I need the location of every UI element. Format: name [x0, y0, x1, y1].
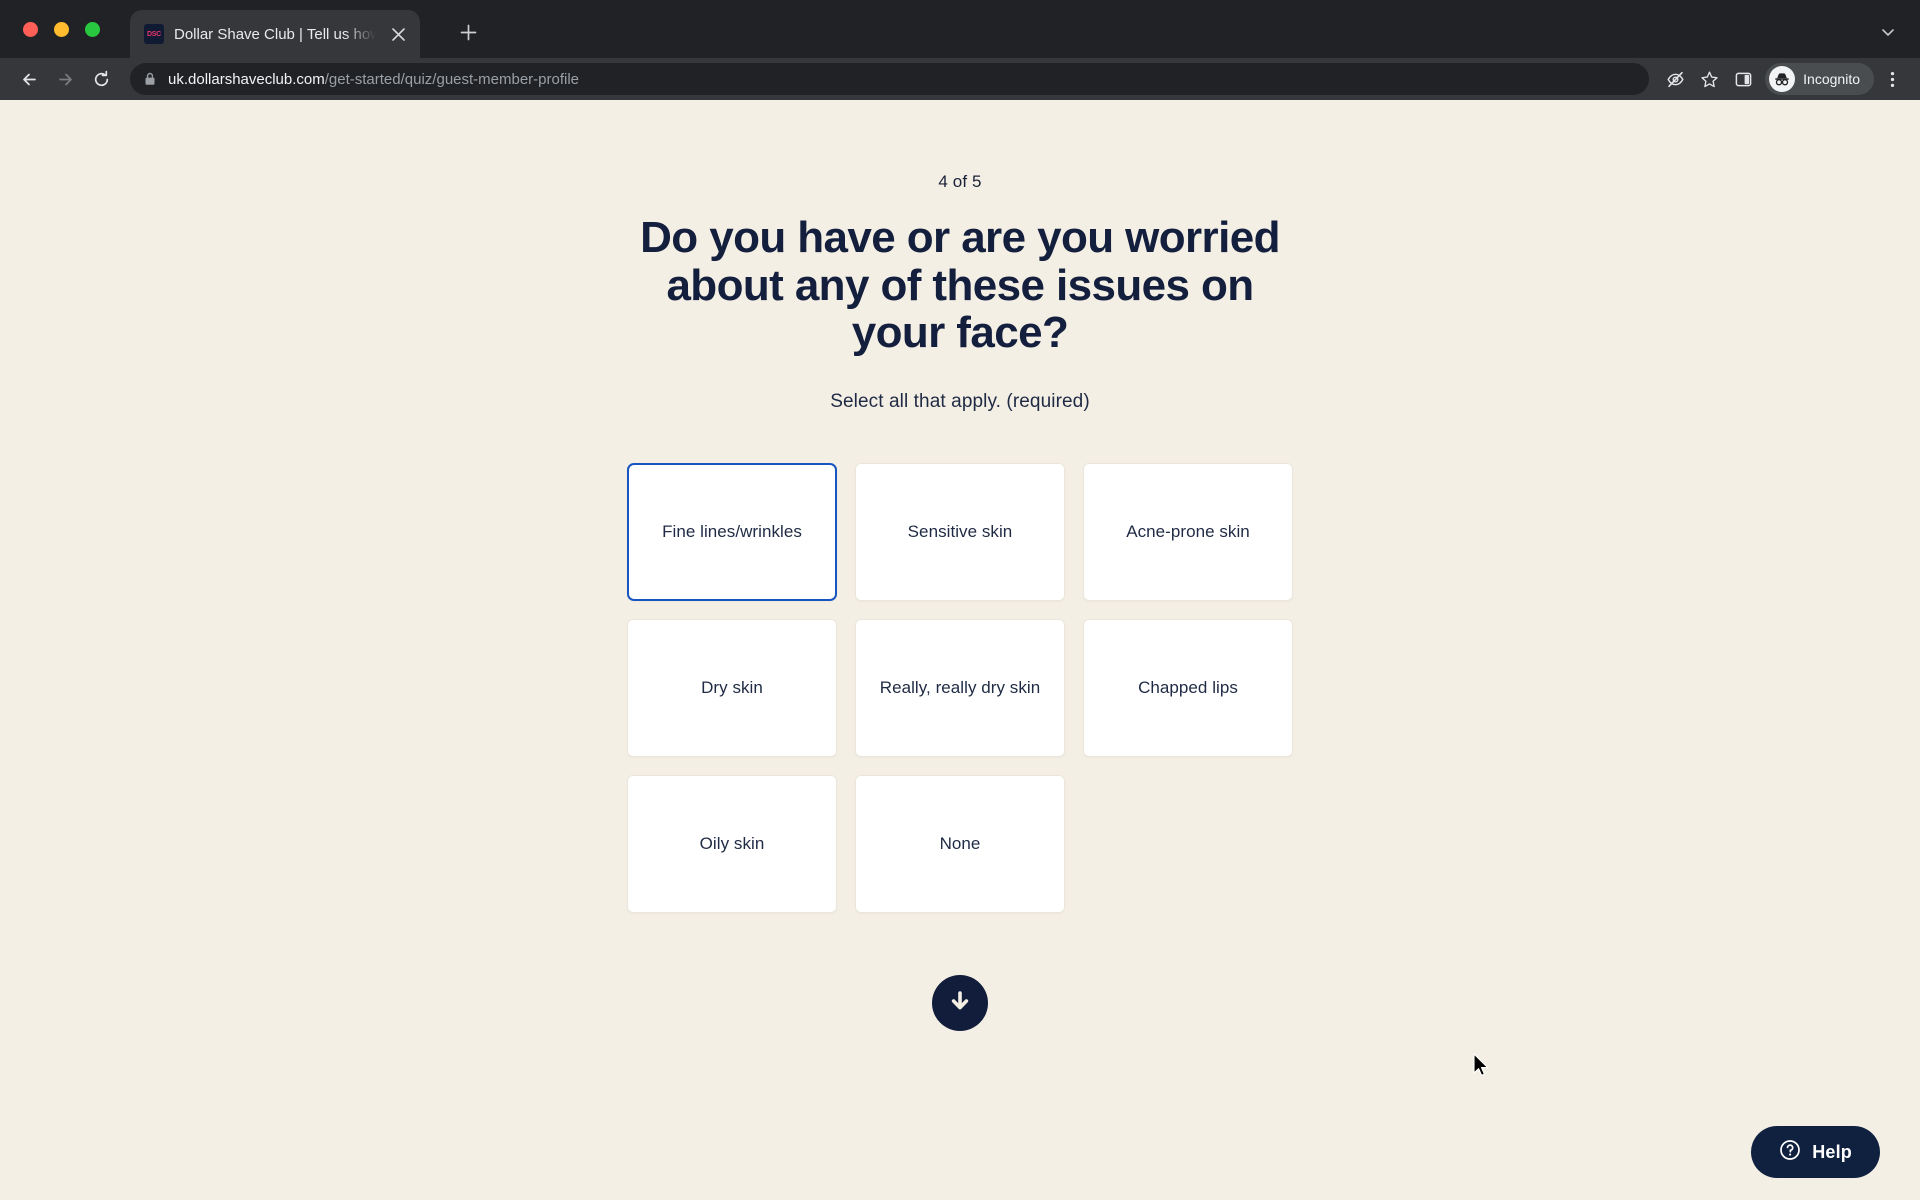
browser-window: DSC Dollar Shave Club | Tell us how uk.d… [0, 0, 1920, 1200]
browser-tab[interactable]: DSC Dollar Shave Club | Tell us how [130, 10, 420, 58]
option-card[interactable]: Sensitive skin [855, 462, 1065, 601]
help-label: Help [1812, 1141, 1852, 1162]
quiz-content: 4 of 5 Do you have or are you worried ab… [0, 100, 1920, 1031]
dsc-favicon: DSC [144, 24, 164, 44]
next-button-container [0, 974, 1920, 1031]
page-subtitle: Select all that apply. (required) [830, 390, 1090, 412]
question-circle-icon [1779, 1139, 1801, 1166]
new-tab-button[interactable] [452, 16, 484, 48]
browser-toolbar: uk.dollarshaveclub.com/get-started/quiz/… [0, 58, 1920, 100]
option-card[interactable]: Oily skin [627, 774, 837, 913]
star-icon[interactable] [1693, 63, 1725, 95]
option-label: Really, really dry skin [879, 677, 1041, 697]
option-card[interactable]: Dry skin [627, 618, 837, 757]
toolbar-right-actions: Incognito [1659, 63, 1908, 95]
options-grid: Fine lines/wrinkles Sensitive skin Acne-… [627, 462, 1293, 913]
option-label: Oily skin [699, 833, 765, 853]
option-card[interactable]: Really, really dry skin [855, 618, 1065, 757]
option-card[interactable]: Fine lines/wrinkles [627, 462, 837, 601]
maximize-window-button[interactable] [85, 22, 100, 37]
arrow-down-icon [947, 988, 973, 1017]
option-label: None [939, 833, 981, 853]
option-label: Dry skin [701, 677, 763, 697]
chevron-down-icon[interactable] [1874, 18, 1902, 46]
option-label: Fine lines/wrinkles [662, 521, 802, 541]
close-window-button[interactable] [23, 22, 38, 37]
option-card[interactable]: Chapped lips [1083, 618, 1293, 757]
option-card[interactable]: None [855, 774, 1065, 913]
step-indicator: 4 of 5 [938, 172, 982, 191]
profile-chip[interactable]: Incognito [1765, 63, 1874, 95]
mouse-cursor [1473, 1053, 1489, 1076]
eye-slash-icon[interactable] [1659, 63, 1691, 95]
page-viewport: 4 of 5 Do you have or are you worried ab… [0, 100, 1920, 1200]
minimize-window-button[interactable] [54, 22, 69, 37]
lock-icon [144, 72, 157, 86]
forward-arrow-icon[interactable] [48, 62, 82, 96]
url-path: /get-started/quiz/guest-member-profile [324, 70, 580, 88]
incognito-icon [1769, 66, 1796, 92]
back-arrow-icon[interactable] [12, 62, 46, 96]
reload-icon[interactable] [84, 62, 118, 96]
side-panel-icon[interactable] [1727, 63, 1759, 95]
option-card[interactable]: Acne-prone skin [1083, 462, 1293, 601]
option-label: Acne-prone skin [1126, 521, 1250, 541]
help-widget[interactable]: Help [1751, 1126, 1880, 1178]
tab-title: Dollar Shave Club | Tell us how [174, 25, 376, 43]
address-bar[interactable]: uk.dollarshaveclub.com/get-started/quiz/… [130, 63, 1650, 95]
option-label: Chapped lips [1138, 677, 1238, 697]
tab-strip: DSC Dollar Shave Club | Tell us how [0, 0, 1920, 58]
window-controls [23, 22, 100, 37]
url-host: uk.dollarshaveclub.com [168, 70, 325, 88]
profile-label: Incognito [1803, 71, 1860, 87]
url-text: uk.dollarshaveclub.com/get-started/quiz/… [168, 71, 579, 88]
three-dot-menu-icon[interactable] [1876, 63, 1908, 95]
favicon-label: DSC [147, 30, 161, 38]
page-title: Do you have or are you worried about any… [640, 213, 1280, 358]
continue-button[interactable] [932, 974, 988, 1031]
close-icon[interactable] [386, 22, 410, 46]
option-label: Sensitive skin [907, 521, 1013, 541]
